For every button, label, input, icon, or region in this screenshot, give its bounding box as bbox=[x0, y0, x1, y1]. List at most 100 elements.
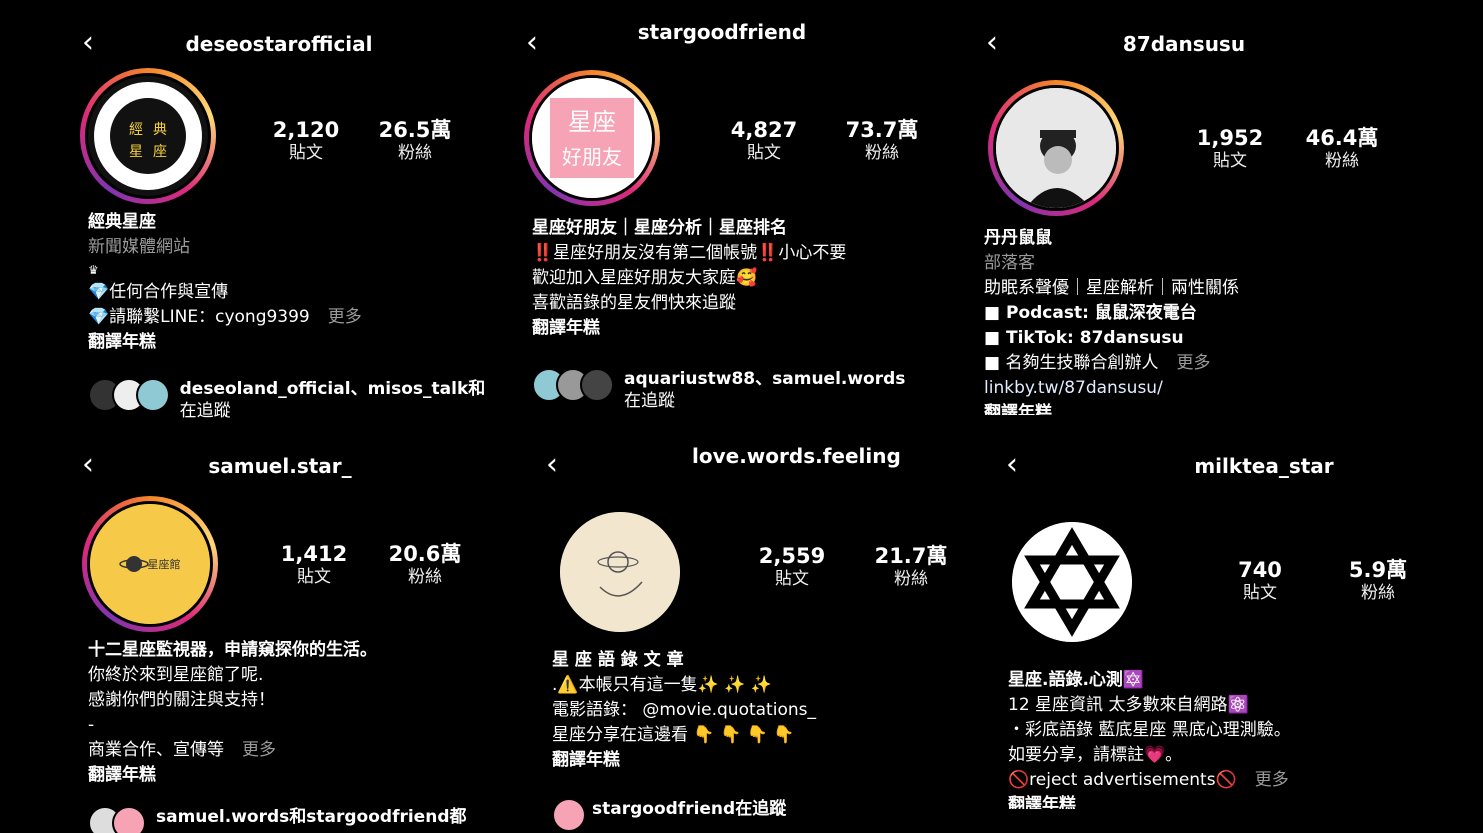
profile-username: stargoodfriend bbox=[637, 20, 807, 44]
bio-line: ■ 名夠生技聯合創辦人 bbox=[984, 353, 1159, 373]
profile-avatar: 經 典 星 座 bbox=[85, 73, 211, 199]
profile-link[interactable]: linkby.tw/87dansusu/ bbox=[984, 376, 1390, 401]
profile-panel-deseostarofficial: ‹ deseostarofficial 經 典 星 座 2,120 貼文 26.… bbox=[68, 8, 490, 428]
more-link[interactable]: 更多 bbox=[1176, 353, 1210, 373]
posts-count[interactable]: 740 貼文 bbox=[1220, 558, 1300, 604]
profile-avatar-frame[interactable] bbox=[1004, 514, 1140, 650]
profile-avatar: 星座館 bbox=[87, 501, 213, 627]
bio-line: ■ TikTok: 87dansusu bbox=[984, 328, 1184, 348]
translate-link[interactable]: 翻譯年糕 bbox=[1008, 793, 1410, 809]
follower-avatar bbox=[135, 378, 170, 412]
followers-count[interactable]: 26.5萬 粉絲 bbox=[370, 118, 460, 164]
bio-line: ♛ bbox=[88, 263, 99, 277]
bio-line: 你終於來到星座館了呢. bbox=[88, 665, 264, 685]
posts-count[interactable]: 1,412 貼文 bbox=[274, 542, 354, 588]
followers-count[interactable]: 46.4萬 粉絲 bbox=[1297, 126, 1387, 172]
profile-name: 丹丹鼠鼠 bbox=[984, 228, 1052, 248]
bio-line: 💎請聯繫LINE：cyong9399 bbox=[88, 307, 310, 327]
followed-by[interactable]: stargoodfriend在追蹤 bbox=[552, 798, 946, 832]
profile-avatar-frame[interactable] bbox=[552, 504, 688, 640]
profile-bio: 星座好朋友｜星座分析｜星座排名 ‼️星座好朋友沒有第二個帳號‼️小心不要 歡迎加… bbox=[532, 216, 926, 341]
profile-username: milktea_star bbox=[1194, 454, 1334, 478]
profile-name: 星 座 語 錄 文 章 bbox=[552, 650, 684, 670]
followers-count[interactable]: 73.7萬 粉絲 bbox=[837, 118, 927, 164]
followers-count[interactable]: 20.6萬 粉絲 bbox=[380, 542, 470, 588]
profile-bio: 經典星座 新聞媒體網站 ♛ 💎任何合作與宣傳 💎請聯繫LINE：cyong939… bbox=[88, 210, 484, 355]
back-chevron-left-icon[interactable]: ‹ bbox=[1006, 450, 1018, 480]
story-ring[interactable]: 星座館 bbox=[82, 496, 218, 632]
profile-panel-love-words-feeling: ‹ love.words.feeling 2,559 貼文 21.7萬 粉絲 星… bbox=[532, 430, 952, 833]
more-link[interactable]: 更多 bbox=[242, 740, 276, 760]
profile-username: 87dansusu bbox=[1122, 32, 1246, 56]
bio-line: 商業合作、宣傳等 bbox=[88, 740, 224, 760]
svg-text:典: 典 bbox=[153, 122, 167, 138]
profile-panel-87dansusu: ‹ 87dansusu 1,952 貼文 46.4萬 粉絲 丹丹鼠鼠 部落客 助… bbox=[972, 8, 1396, 428]
follower-avatar bbox=[552, 798, 586, 832]
profile-bio: 十二星座監視器，申請窺探你的生活。 你終於來到星座館了呢. 感謝你們的關注與支持… bbox=[88, 638, 486, 788]
followed-by[interactable]: deseoland_official、misos_talk和 在追蹤 bbox=[88, 378, 484, 422]
svg-text:星: 星 bbox=[129, 144, 143, 160]
profile-username: samuel.star_ bbox=[208, 454, 352, 478]
profile-name: 十二星座監視器，申請窺探你的生活。 bbox=[88, 640, 377, 660]
profile-avatar: 星座 好朋友 bbox=[529, 75, 655, 201]
more-link[interactable]: 更多 bbox=[1255, 770, 1289, 790]
followed-by[interactable]: aquariustw88、samuel.words 在追蹤 bbox=[532, 368, 926, 412]
posts-count[interactable]: 4,827 貼文 bbox=[724, 118, 804, 164]
more-link[interactable]: 更多 bbox=[328, 307, 362, 327]
posts-count[interactable]: 1,952 貼文 bbox=[1190, 126, 1270, 172]
translate-link[interactable]: 翻譯年糕 bbox=[88, 763, 486, 788]
followers-count[interactable]: 5.9萬 粉絲 bbox=[1338, 558, 1416, 604]
followed-by-suffix: 在追蹤 bbox=[179, 401, 231, 421]
profile-avatar bbox=[557, 509, 683, 635]
svg-text:經: 經 bbox=[129, 122, 143, 138]
profile-category: 部落客 bbox=[984, 253, 1035, 273]
bio-line: 喜歡語錄的星友們快來追蹤 bbox=[532, 293, 736, 313]
svg-text:座: 座 bbox=[153, 144, 167, 160]
profile-panel-milktea-star: ‹ milktea_star 740 貼文 5.9萬 粉絲 星座.語錄.心測🔯 … bbox=[992, 430, 1416, 833]
bio-line: 歡迎加入星座好朋友大家庭🥰 bbox=[532, 268, 758, 288]
story-ring[interactable]: 星座 好朋友 bbox=[524, 70, 660, 206]
translate-link[interactable]: 翻譯年糕 bbox=[88, 330, 484, 355]
story-ring[interactable]: 經 典 星 座 bbox=[80, 68, 216, 204]
profile-bio: 星 座 語 錄 文 章 .⚠️本帳只有這一隻✨ ✨ ✨ 電影語錄： @movie… bbox=[552, 648, 946, 773]
followers-count[interactable]: 21.7萬 粉絲 bbox=[866, 544, 952, 590]
followed-by-suffix: 在追蹤 bbox=[624, 391, 675, 411]
bio-line: ・彩底語錄 藍底星座 黑底心理測驗。 bbox=[1008, 720, 1291, 740]
svg-text:星座館: 星座館 bbox=[148, 557, 181, 571]
translate-link[interactable]: 翻譯年糕 bbox=[984, 401, 1390, 415]
followed-by-names: stargoodfriend在追蹤 bbox=[592, 799, 787, 819]
back-chevron-left-icon[interactable]: ‹ bbox=[546, 450, 558, 480]
profile-category: 新聞媒體網站 bbox=[88, 237, 190, 257]
translate-link[interactable]: 翻譯年糕 bbox=[532, 316, 926, 341]
bio-line: ‼️星座好朋友沒有第二個帳號‼️小心不要 bbox=[532, 243, 847, 263]
bio-line: 💎任何合作與宣傳 bbox=[88, 282, 229, 302]
follower-avatar bbox=[580, 368, 614, 402]
bio-line: 🚫reject advertisements🚫 bbox=[1008, 770, 1237, 790]
followed-by-names: aquariustw88、samuel.words bbox=[624, 369, 906, 389]
posts-count[interactable]: 2,120 貼文 bbox=[266, 118, 346, 164]
story-ring[interactable] bbox=[988, 80, 1124, 216]
translate-link[interactable]: 翻譯年糕 bbox=[552, 748, 946, 773]
profile-bio: 星座.語錄.心測🔯 12 星座資訊 太多數來自網路⚛️ ・彩底語錄 藍底星座 黑… bbox=[1008, 668, 1410, 809]
profile-avatar bbox=[993, 85, 1119, 211]
posts-count[interactable]: 2,559 貼文 bbox=[752, 544, 832, 590]
bio-line: .⚠️本帳只有這一隻✨ ✨ ✨ bbox=[552, 675, 772, 695]
profile-name: 星座.語錄.心測🔯 bbox=[1008, 670, 1145, 690]
bio-line: 感謝你們的關注與支持！ bbox=[88, 690, 275, 710]
profile-panel-samuel-star: ‹ samuel.star_ 星座館 1,412 貼文 20.6萬 粉絲 十二星… bbox=[68, 430, 492, 833]
bio-line: 電影語錄： @movie.quotations_ bbox=[552, 700, 816, 720]
followed-by-names: deseoland_official、misos_talk和 bbox=[179, 379, 484, 399]
profile-username: love.words.feeling bbox=[692, 444, 901, 468]
profile-panel-stargoodfriend: ‹ stargoodfriend 星座 好朋友 4,827 貼文 73.7萬 粉… bbox=[512, 8, 932, 428]
bio-line: 星座分享在這邊看 👇 👇 👇 👇 bbox=[552, 725, 795, 745]
followed-by-names: samuel.words和stargoodfriend都 bbox=[156, 807, 467, 827]
bio-line: 助眠系聲優｜星座解析｜兩性關係 bbox=[984, 278, 1239, 298]
profile-name: 星座好朋友｜星座分析｜星座排名 bbox=[532, 218, 787, 238]
bio-line: ■ Podcast: 鼠鼠深夜電台 bbox=[984, 303, 1197, 323]
profile-name: 經典星座 bbox=[88, 212, 156, 232]
profile-bio: 丹丹鼠鼠 部落客 助眠系聲優｜星座解析｜兩性關係 ■ Podcast: 鼠鼠深夜… bbox=[984, 226, 1390, 415]
svg-text:好朋友: 好朋友 bbox=[562, 145, 622, 169]
profile-username: deseostarofficial bbox=[185, 32, 373, 56]
followed-by[interactable]: samuel.words和stargoodfriend都 bbox=[88, 806, 486, 833]
svg-text:星座: 星座 bbox=[568, 108, 616, 136]
